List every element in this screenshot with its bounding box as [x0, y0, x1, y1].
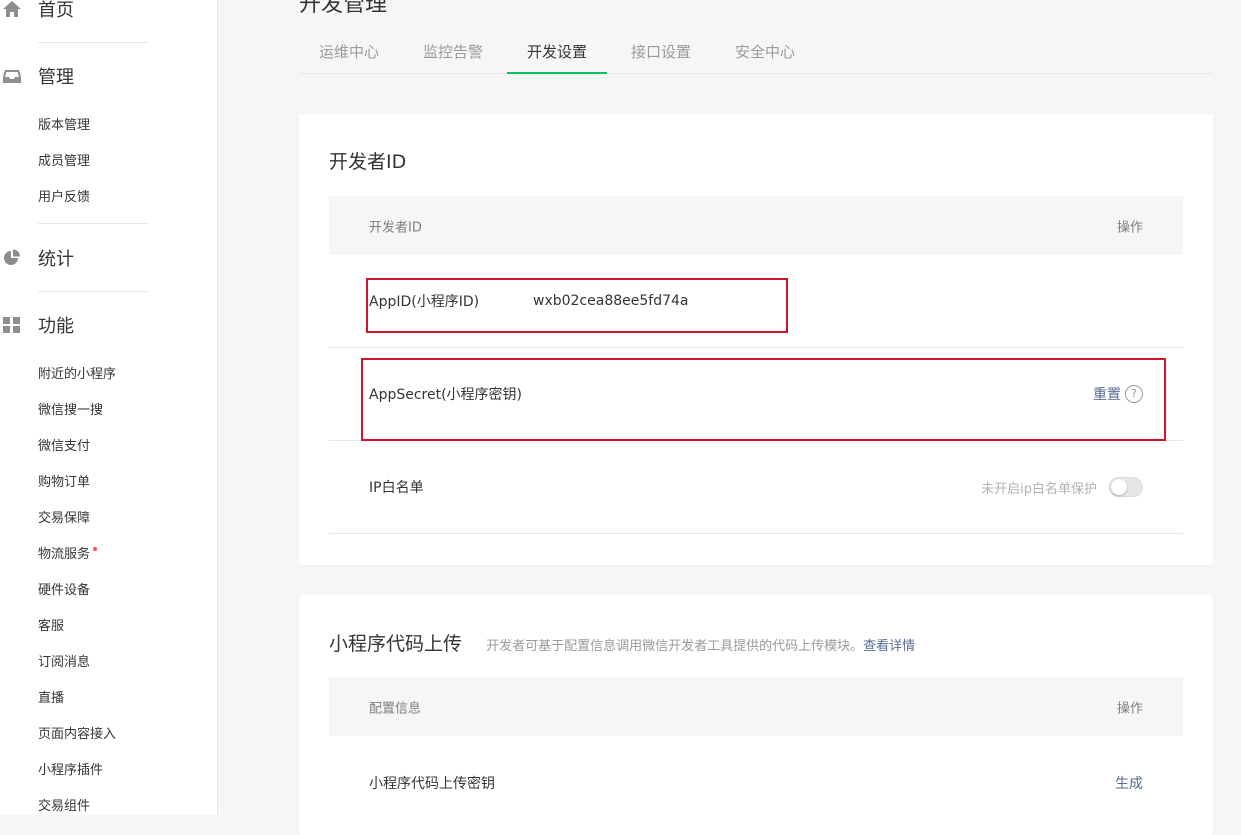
sidebar-item-pay[interactable]: 微信支付: [38, 438, 90, 456]
ip-whitelist-status: 未开启ip白名单保护: [981, 481, 1097, 497]
page-title: 开发管理: [299, 0, 388, 17]
sidebar-item-nearby[interactable]: 附近的小程序: [38, 366, 116, 384]
upload-card-title: 小程序代码上传: [329, 633, 463, 655]
table-row-ip-whitelist: IP白名单 未开启ip白名单保护: [329, 441, 1183, 534]
nav-features-label: 功能: [38, 316, 74, 337]
sidebar-item-guarantee[interactable]: 交易保障: [38, 510, 90, 528]
ip-whitelist-toggle[interactable]: [1109, 477, 1143, 497]
table-row-appid: AppID(小程序ID) wxb02cea88ee5fd74a: [329, 255, 1183, 348]
grid-icon: [3, 317, 20, 333]
nav-home-label: 首页: [38, 0, 74, 21]
sidebar-item-members[interactable]: 成员管理: [38, 153, 90, 171]
sidebar-item-version[interactable]: 版本管理: [38, 117, 90, 135]
card-title: 小程序代码上传 开发者可基于配置信息调用微信开发者工具提供的代码上传模块。查看详…: [329, 629, 915, 656]
sidebar-item-hardware[interactable]: 硬件设备: [38, 582, 90, 600]
appid-value[interactable]: wxb02cea88ee5fd74a: [533, 293, 688, 309]
sidebar-item-orders[interactable]: 购物订单: [38, 474, 90, 492]
home-icon: [3, 1, 21, 17]
tab-api-settings[interactable]: 接口设置: [611, 32, 711, 74]
sidebar-item-trade-component[interactable]: 交易组件: [38, 798, 90, 816]
sidebar-item-feedback[interactable]: 用户反馈: [38, 189, 90, 207]
generate-key-link[interactable]: 生成: [1115, 773, 1143, 793]
upload-key-actions: 生成: [1115, 773, 1143, 793]
upload-card-desc-text: 开发者可基于配置信息调用微信开发者工具提供的代码上传模块。: [486, 639, 864, 654]
sidebar-item-logistics[interactable]: 物流服务: [38, 546, 98, 564]
code-upload-card: 小程序代码上传 开发者可基于配置信息调用微信开发者工具提供的代码上传模块。查看详…: [299, 595, 1213, 835]
upload-key-label: 小程序代码上传密钥: [369, 775, 495, 792]
sidebar-item-subscribe[interactable]: 订阅消息: [38, 654, 90, 672]
pie-chart-icon: [4, 249, 20, 265]
tab-monitor[interactable]: 监控告警: [403, 32, 503, 74]
nav-stats-label: 统计: [38, 249, 74, 270]
appsecret-actions: 重置 ?: [1093, 384, 1143, 404]
view-details-link[interactable]: 查看详情: [863, 639, 915, 654]
table-row-upload-key: 小程序代码上传密钥 生成: [329, 736, 1183, 829]
divider: [38, 291, 148, 292]
divider: [38, 42, 148, 43]
table-header: 开发者ID 操作: [329, 196, 1183, 255]
appsecret-label: AppSecret(小程序密钥): [369, 387, 523, 403]
divider: [38, 223, 148, 224]
developer-id-card: 开发者ID 开发者ID 操作 AppID(小程序ID) wxb02cea88ee…: [299, 114, 1213, 565]
nav-manage-label: 管理: [38, 67, 74, 88]
toggle-knob: [1111, 479, 1127, 495]
reset-secret-link[interactable]: 重置: [1093, 384, 1121, 404]
sidebar-item-service[interactable]: 客服: [38, 618, 64, 636]
tab-ops[interactable]: 运维中心: [299, 32, 399, 74]
sidebar-item-content[interactable]: 页面内容接入: [38, 726, 116, 744]
sidebar-item-plugin[interactable]: 小程序插件: [38, 762, 103, 780]
sidebar-item-search[interactable]: 微信搜一搜: [38, 402, 103, 420]
ip-whitelist-actions: 未开启ip白名单保护: [981, 477, 1143, 497]
tab-security[interactable]: 安全中心: [715, 32, 815, 74]
header-col-id: 开发者ID: [369, 220, 422, 235]
card-title: 开发者ID: [329, 151, 407, 173]
table-row-appsecret: AppSecret(小程序密钥) 重置 ?: [329, 348, 1183, 441]
sidebar-item-live[interactable]: 直播: [38, 690, 64, 708]
sidebar-item-logistics-label: 物流服务: [38, 547, 91, 562]
sidebar: 首页 管理 版本管理 成员管理 用户反馈 统计 功能 附近的小程序 微信搜一搜 …: [0, 0, 218, 815]
tab-bar: 运维中心 监控告警 开发设置 接口设置 安全中心: [299, 32, 1213, 74]
appid-label: AppID(小程序ID): [369, 294, 480, 310]
ip-whitelist-label: IP白名单: [369, 480, 424, 496]
header-col-action: 操作: [1116, 220, 1143, 235]
new-badge-dot: [93, 547, 98, 551]
table-header: 配置信息 操作: [329, 677, 1183, 736]
header-col-config: 配置信息: [369, 701, 422, 716]
header-col-action: 操作: [1116, 701, 1143, 716]
inbox-icon: [3, 70, 21, 83]
upload-card-desc: 开发者可基于配置信息调用微信开发者工具提供的代码上传模块。查看详情: [486, 639, 915, 654]
help-icon[interactable]: ?: [1125, 385, 1143, 403]
tab-dev-settings[interactable]: 开发设置: [507, 32, 608, 74]
